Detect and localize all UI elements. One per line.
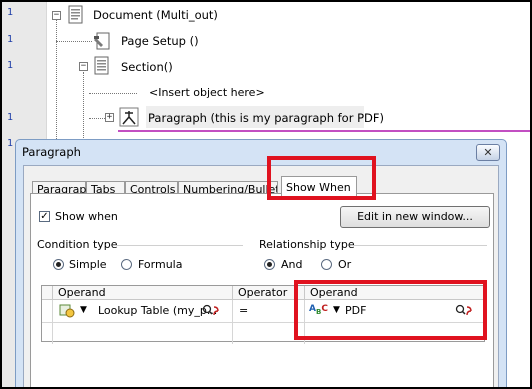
operator-cell[interactable]: =: [233, 300, 305, 323]
or-radio-label: Or: [338, 258, 352, 271]
empty-cell[interactable]: [53, 323, 233, 344]
show-when-label: Show when: [55, 210, 118, 223]
group-separator: [113, 245, 243, 246]
line-number: 1: [7, 34, 14, 45]
document-tree: − Document (Multi_out) Page Setup () − S…: [48, 2, 530, 143]
search-replace-icon[interactable]: [202, 304, 220, 321]
simple-radio-label: Simple: [69, 258, 107, 271]
line-number: 1: [7, 7, 14, 18]
edit-in-new-window-button[interactable]: Edit in new window...: [340, 206, 490, 228]
search-replace-icon[interactable]: [455, 304, 473, 321]
formula-radio[interactable]: [121, 259, 132, 270]
dropdown-arrow-icon[interactable]: ▼: [80, 305, 87, 315]
collapse-document-toggle[interactable]: −: [52, 11, 61, 20]
page-setup-icon: [92, 31, 112, 51]
condition-grid: Operand Operator Operand Lookup Table (m…: [41, 285, 486, 344]
tree-node-document[interactable]: Document (Multi_out): [93, 8, 218, 22]
column-header-operand: Operand: [53, 286, 233, 300]
line-number: 1: [7, 138, 14, 149]
section-icon: [92, 56, 112, 76]
tree-node-paragraph[interactable]: Paragraph (this is my paragraph for PDF): [148, 111, 384, 125]
show-when-checkbox[interactable]: ✓: [39, 211, 50, 222]
operand-right-value: PDF: [345, 304, 367, 317]
dialog-title: Paragraph: [22, 145, 81, 159]
tree-connector: [83, 72, 84, 138]
dropdown-arrow-icon[interactable]: ▼: [333, 305, 340, 315]
insert-object-placeholder[interactable]: <Insert object here>: [149, 86, 265, 99]
paragraph-icon: [119, 107, 139, 127]
row-header: [42, 300, 53, 323]
column-header-operator: Operator: [233, 286, 305, 300]
line-number: 1: [7, 112, 14, 123]
relationship-type-label: Relationship type: [259, 238, 355, 251]
tree-connector: [56, 41, 92, 42]
dialog-body: Paragraph Tabs Controls Numbering/Bullet…: [23, 165, 499, 387]
and-radio-label: And: [281, 258, 303, 271]
row-header-corner: [42, 286, 53, 300]
or-radio[interactable]: [321, 259, 332, 270]
empty-cell[interactable]: [305, 323, 486, 344]
show-when-tab-page: ✓ Show when Edit in new window... Condit…: [30, 193, 494, 387]
simple-radio[interactable]: [53, 259, 64, 270]
operand-left-value: Lookup Table (my_p...: [98, 304, 218, 317]
tree-node-section[interactable]: Section(): [121, 60, 173, 74]
group-separator: [351, 245, 487, 246]
tree-node-page-setup[interactable]: Page Setup (): [121, 34, 199, 48]
lookup-table-icon: [59, 304, 75, 321]
and-radio[interactable]: [264, 259, 275, 270]
close-button[interactable]: ✕: [476, 144, 500, 161]
expand-paragraph-toggle[interactable]: +: [105, 113, 114, 122]
text-constant-icon: ABC: [309, 304, 328, 316]
tree-connector: [56, 19, 57, 143]
collapse-section-toggle[interactable]: −: [79, 62, 88, 71]
column-header-operand-2: Operand: [305, 286, 486, 300]
line-number: 1: [7, 60, 14, 71]
screenshot-frame: 1 1 1 1 1 − Document (Multi_out) Page Se…: [0, 0, 532, 389]
formula-radio-label: Formula: [138, 258, 183, 271]
document-icon: [66, 5, 86, 25]
paragraph-dialog: Paragraph ✕ Paragraph Tabs Controls Numb…: [15, 139, 507, 387]
condition-type-label: Condition type: [37, 238, 118, 251]
tree-connector: [89, 93, 137, 94]
insertion-marker-line: [118, 130, 530, 132]
empty-cell[interactable]: [233, 323, 305, 344]
row-header: [42, 323, 53, 344]
tab-show-when[interactable]: Show When: [281, 176, 357, 199]
